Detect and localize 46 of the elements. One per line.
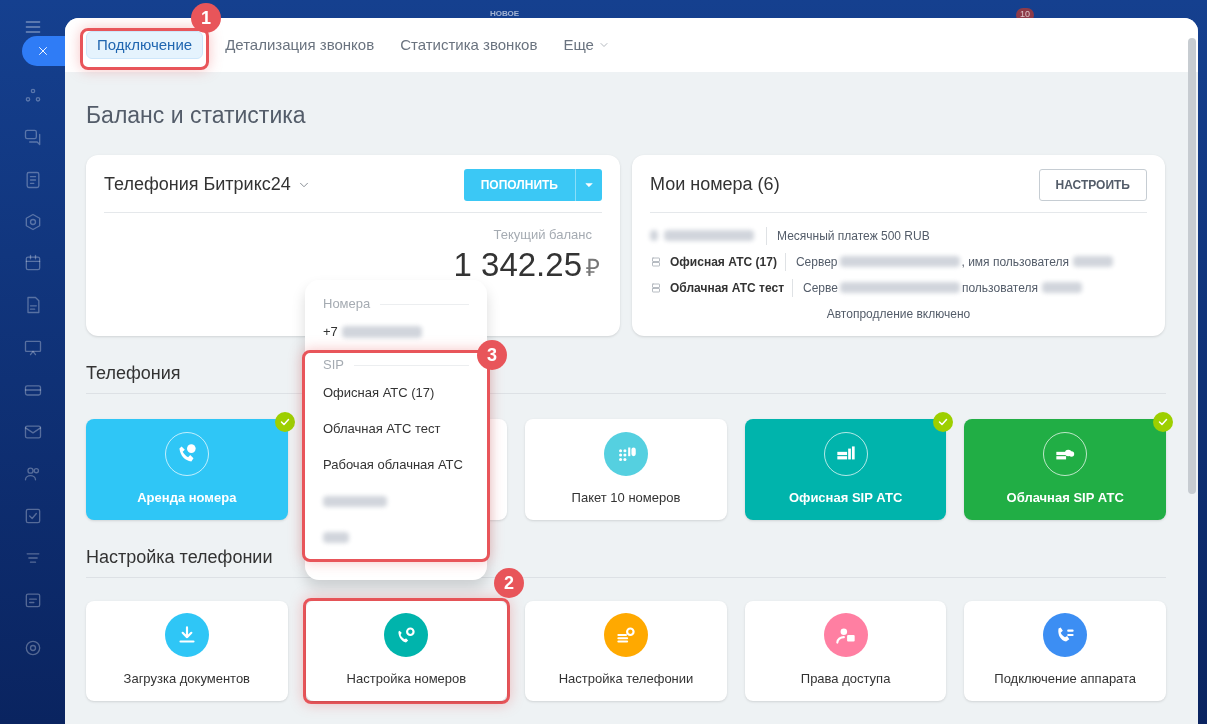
settings-icon [23,638,43,658]
calendar-icon [23,253,43,273]
number-detail: Сервер [795,253,838,271]
service-tile[interactable]: Загрузка документов [86,600,288,701]
scrollbar-thumb[interactable] [1188,38,1196,494]
number-detail: Месячный платеж 500 RUB [777,227,930,245]
redacted-text [650,230,658,241]
menu-group-title: Номера [323,295,371,314]
server-icon [650,281,662,294]
card-title: Мои номера (6) [650,173,780,196]
top-bar-label: НОВОЕ [490,8,520,20]
autorenew-status: Автопродление включено [825,305,972,323]
currency-sign: ₽ [586,256,600,280]
service-tile[interactable]: Права доступа [744,600,947,701]
redacted-text [323,531,349,543]
number-name: Офисная АТС (17) [670,253,777,271]
step-number-badge: 1 [191,3,221,33]
checkbox-icon [23,506,43,526]
configure-button[interactable]: НАСТРОИТЬ [1038,168,1147,201]
presentation-icon [23,338,43,358]
redacted-text [1041,282,1082,293]
tab[interactable]: Детализация звонков [215,31,385,59]
hexagon-icon [23,212,43,232]
number-detail: пользователя [961,279,1038,297]
balance-amount: 1 342.25 [453,248,582,281]
provider-dropdown[interactable]: Телефония Битрикс24 [104,171,311,198]
tab[interactable]: Подключение [86,31,204,59]
service-tile[interactable]: Подключение аппарата [964,600,1166,701]
menu-item[interactable]: Рабочая облачная АТС [305,447,487,483]
service-tile[interactable]: Настройка телефонии [525,600,727,701]
redacted-text [1072,256,1113,267]
page-title: Баланс и статистика [86,101,307,130]
menu-group-title: SIP [323,356,344,375]
server-icon [650,255,662,268]
menu-item[interactable]: Облачная АТС тест [305,411,487,447]
more-tab[interactable]: Еще [553,31,620,59]
tab[interactable]: Статистика звонков [390,31,548,59]
balance-label: Текущий баланс [493,225,593,244]
number-name: Облачная АТС тест [670,279,784,297]
chat-icon [23,127,43,147]
redacted-text [323,495,387,507]
number-detail: , имя пользователя [961,253,1069,271]
number-detail: Серве [803,279,838,297]
service-tile[interactable]: Настройка номеров [305,600,508,701]
close-icon [36,44,50,58]
service-tile[interactable]: Пакет 10 номеров [525,418,727,520]
